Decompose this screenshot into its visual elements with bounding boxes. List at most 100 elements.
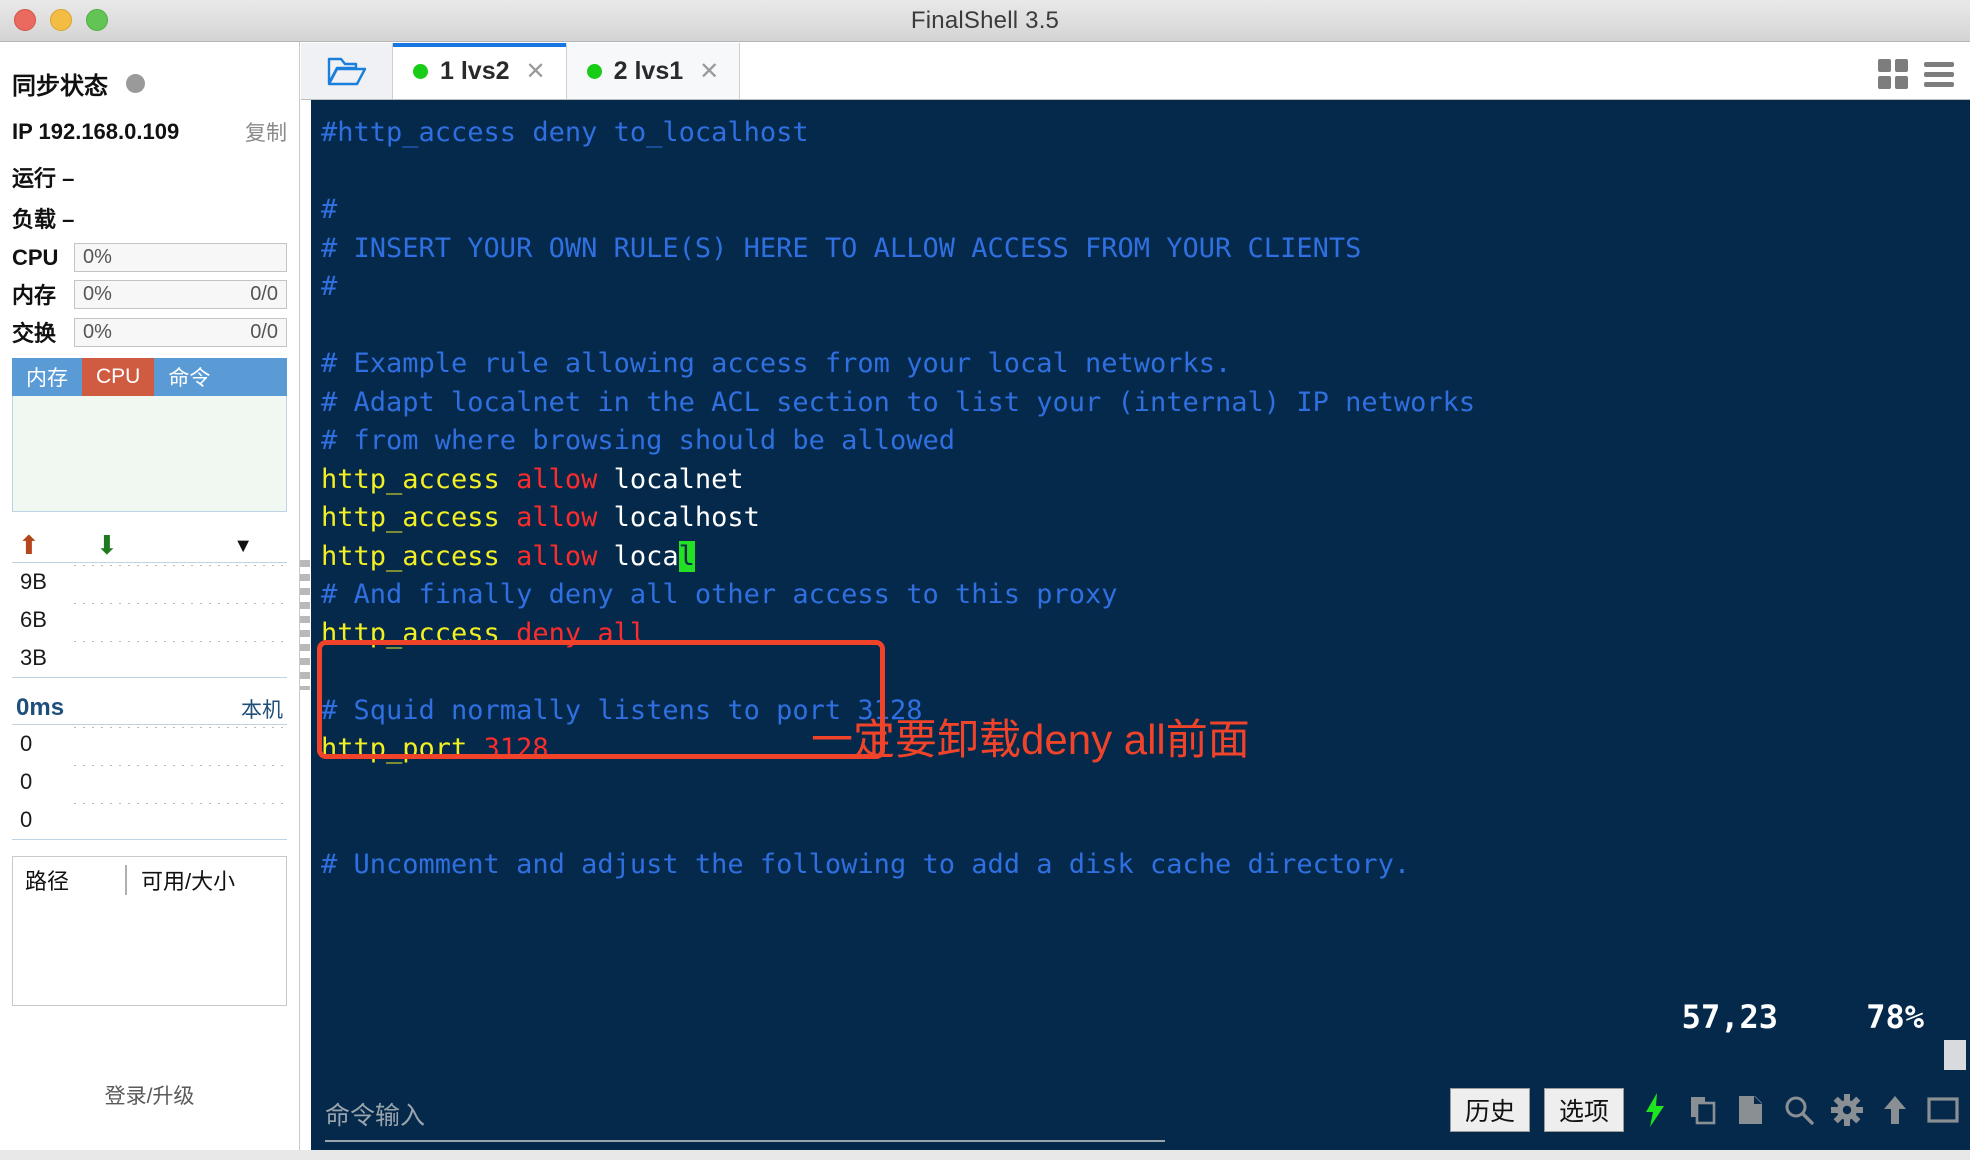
monitor-tab-command[interactable]: 命令 — [154, 358, 224, 396]
terminal-text-segment: l — [678, 540, 695, 572]
cpu-meter-label: CPU — [12, 244, 59, 270]
scroll-percent-indicator: 78% — [1866, 998, 1924, 1036]
memory-meter-row: 内存 0% 0/0 — [12, 278, 287, 310]
latency-host-label: 本机 — [241, 699, 283, 722]
disk-table-header: 路径 可用/大小 — [13, 857, 286, 903]
memory-meter-extra: 0/0 — [250, 282, 278, 305]
ip-row: IP 192.168.0.109 复制 — [12, 117, 287, 147]
titlebar: FinalShell 3.5 — [0, 0, 1970, 42]
copy-ip-button[interactable]: 复制 — [245, 117, 287, 147]
terminal-line: http_access allow localhost — [321, 499, 1970, 538]
grid-view-icon[interactable] — [1878, 59, 1908, 89]
memory-meter-value: 0% — [83, 282, 112, 305]
terminal-text-segment: # — [321, 271, 338, 302]
options-button[interactable]: 选项 — [1543, 1088, 1624, 1132]
tab-label: 2 lvs1 — [613, 56, 684, 85]
close-tab-icon[interactable]: ✕ — [526, 57, 546, 86]
sync-status-label: 同步状态 — [12, 73, 108, 100]
terminal-line: http_access deny all — [321, 615, 1970, 654]
terminal-text-segment: localnet — [613, 463, 744, 495]
history-button[interactable]: 历史 — [1449, 1088, 1530, 1132]
terminal-tab-2[interactable]: 2 lvs1 ✕ — [565, 43, 741, 99]
terminal-text-segment: # — [321, 194, 338, 225]
terminal-text-segment: #http_access deny to_localhost — [321, 117, 809, 148]
terminal-text-segment: # Example rule allowing access from your… — [321, 348, 1232, 379]
network-tick-label: 3B — [20, 645, 47, 670]
monitor-tab-cpu[interactable]: CPU — [82, 358, 155, 396]
window-title: FinalShell 3.5 — [910, 6, 1060, 34]
monitor-tab-memory[interactable]: 内存 — [12, 358, 82, 396]
upload-arrow-icon[interactable] — [1878, 1093, 1912, 1127]
terminal-text-segment: loca — [613, 540, 679, 572]
terminal-text-segment: # INSERT YOUR OWN RULE(S) HERE TO ALLOW … — [321, 232, 1362, 264]
sidebar: 同步状态 IP 192.168.0.109 复制 运行 – 负载 – CPU 0… — [0, 42, 300, 1160]
command-input[interactable]: 命令输入 — [325, 1096, 1165, 1142]
terminal-text-segment: # And finally deny all other access to t… — [321, 579, 1118, 610]
terminal-scrollbar-thumb[interactable] — [1944, 1040, 1966, 1070]
paste-icon[interactable] — [1734, 1093, 1768, 1127]
tab-status-dot-icon — [413, 63, 428, 79]
copy-icon[interactable] — [1686, 1093, 1720, 1127]
cursor-position-indicator: 57,23 — [1681, 998, 1778, 1036]
terminal-text-segment: allow — [516, 540, 614, 572]
window-bottom-strip — [0, 1150, 1970, 1160]
latency-value: 0ms — [16, 694, 65, 721]
cpu-meter-value: 0% — [83, 246, 112, 268]
terminal-text-segment: deny all — [516, 617, 647, 649]
network-tick-label: 9B — [20, 569, 47, 594]
latency-tick-row: 0 — [12, 725, 287, 763]
bottom-bar: 命令输入 历史 选项 — [311, 1070, 1970, 1160]
disk-col-size: 可用/大小 — [141, 869, 236, 894]
sync-status-row: 同步状态 — [12, 66, 287, 101]
network-tick-row: 6B — [12, 601, 287, 639]
terminal-output[interactable]: #http_access deny to_localhost # # INSERT… — [311, 100, 1970, 1070]
close-tab-icon[interactable]: ✕ — [699, 57, 719, 86]
gear-icon[interactable] — [1830, 1093, 1864, 1127]
swap-meter: 0% 0/0 — [74, 317, 287, 347]
terminal-text-segment: # from where browsing should be allowed — [321, 425, 955, 456]
network-graph: 9B 6B 3B — [12, 562, 287, 678]
terminal-text-segment: http_access — [321, 463, 517, 495]
tab-status-dot-icon — [586, 63, 602, 79]
arrow-down-icon: ⬇ — [96, 530, 118, 560]
cpu-meter-row: CPU 0% — [12, 243, 287, 272]
terminal-line: #http_access deny to_localhost — [321, 114, 1970, 153]
monitor-chart-pane — [12, 396, 287, 512]
terminal-line: # — [321, 268, 1970, 307]
search-icon[interactable] — [1782, 1093, 1816, 1127]
terminal-line: # INSERT YOUR OWN RULE(S) HERE TO ALLOW … — [321, 230, 1970, 269]
window-icon[interactable] — [1926, 1093, 1960, 1127]
network-tick-row: 9B — [12, 563, 287, 601]
terminal-tab-1[interactable]: 1 lvs2 ✕ — [392, 43, 567, 99]
swap-meter-value: 0% — [83, 320, 112, 343]
sidebar-splitter-handle[interactable] — [300, 560, 310, 690]
caret-down-icon[interactable]: ▼ — [233, 536, 253, 556]
terminal-line: # Uncomment and adjust the following to … — [321, 846, 1970, 885]
lightning-bolt-icon[interactable] — [1638, 1093, 1672, 1127]
latency-tick-label: 0 — [20, 731, 33, 756]
close-window-button[interactable] — [14, 9, 36, 31]
network-tick-label: 6B — [20, 607, 47, 632]
terminal-text-segment: # Adapt localnet in the ACL section to l… — [321, 386, 1476, 418]
tab-strip: 1 lvs2 ✕ 2 lvs1 ✕ — [301, 42, 1970, 100]
open-folder-button[interactable] — [301, 43, 393, 99]
network-block: ⬆ ⬇ ▼ 9B 6B 3B — [12, 530, 287, 678]
terminal-text-segment: http_access — [321, 540, 517, 572]
latency-tick-label: 0 — [20, 807, 33, 832]
minimize-window-button[interactable] — [50, 9, 72, 31]
bottom-bar-actions: 历史 选项 — [1449, 1088, 1960, 1132]
swap-meter-label: 交换 — [12, 321, 57, 346]
arrow-up-icon: ⬆ — [18, 530, 40, 560]
login-upgrade-link[interactable]: 登录/升级 — [12, 1080, 287, 1110]
swap-meter-extra: 0/0 — [250, 320, 278, 343]
annotation-text: 一定要卸载deny all前面 — [811, 716, 1250, 763]
maximize-window-button[interactable] — [86, 9, 108, 31]
memory-meter: 0% 0/0 — [74, 279, 287, 309]
hamburger-menu-icon[interactable] — [1924, 61, 1954, 87]
terminal-text-segment: localhost — [613, 502, 760, 533]
load-label: 负载 – — [12, 207, 75, 232]
latency-graph: 0 0 0 — [12, 724, 287, 840]
terminal-text-segment: allow — [516, 463, 614, 495]
